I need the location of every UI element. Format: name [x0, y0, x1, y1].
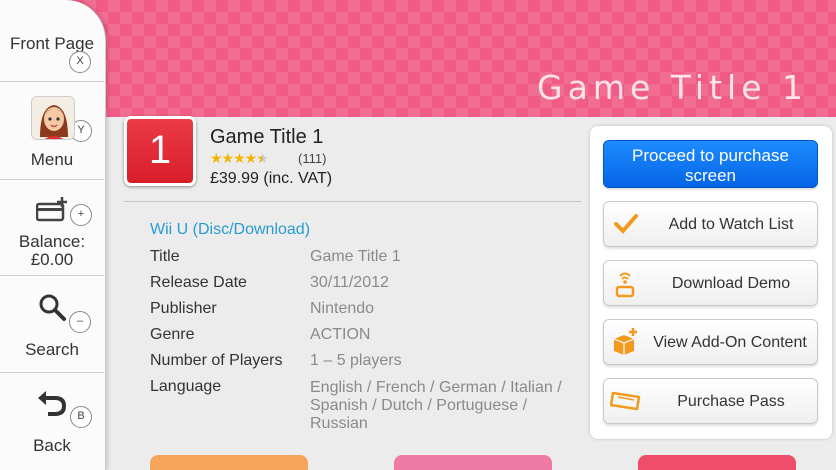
info-label-players: Number of Players [150, 352, 283, 369]
add-to-watch-list-button[interactable]: Add to Watch List [603, 201, 818, 247]
ticket-icon [609, 389, 644, 415]
info-value-language-3: Russian [310, 415, 368, 432]
bottom-tab-red[interactable] [638, 455, 796, 470]
info-value-language-1: English / French / German / Italian / [310, 379, 562, 396]
menu-label: Menu [30, 150, 74, 169]
sidebar-item-balance[interactable]: + Balance: £0.00 [0, 180, 104, 276]
star-rating: ★★★★★ [210, 150, 269, 167]
sidebar-item-back[interactable]: B Back [0, 373, 104, 470]
x-button-badge: X [69, 51, 91, 73]
download-icon [612, 270, 638, 298]
mii-avatar [31, 96, 75, 140]
proceed-to-purchase-button[interactable]: Proceed to purchase screen [603, 140, 818, 188]
sidebar-item-front-page[interactable]: Front Page X [0, 0, 104, 82]
download-demo-label: Download Demo [671, 275, 791, 292]
add-on-label: View Add-On Content [653, 334, 807, 351]
info-value-publisher: Nintendo [310, 300, 375, 317]
watch-list-label: Add to Watch List [668, 216, 794, 233]
price: £39.99 (inc. VAT) [210, 170, 333, 187]
plus-button-badge: + [70, 204, 92, 226]
magnifier-icon [37, 292, 67, 322]
wallet-plus-icon [35, 196, 70, 222]
full-stars: ★★★★ [210, 150, 257, 166]
search-label: Search [25, 340, 79, 359]
bottom-tab-orange[interactable] [150, 455, 308, 470]
info-label-genre: Genre [150, 326, 195, 343]
info-label-release-date: Release Date [150, 274, 247, 291]
purchase-pass-label: Purchase Pass [677, 393, 785, 410]
info-label-publisher: Publisher [150, 300, 217, 317]
game-icon-tile: 1 [124, 116, 196, 186]
bottom-tab-pink[interactable] [394, 455, 552, 470]
purchase-label-line2: screen [684, 166, 737, 185]
info-value-language-2: Spanish / Dutch / Portuguese / [310, 397, 528, 414]
info-value-players: 1 – 5 players [310, 352, 402, 369]
info-value-genre: ACTION [310, 326, 371, 343]
balance-label: Balance: [18, 232, 86, 251]
banner-title: Game Title 1 [537, 68, 808, 107]
title-banner: Game Title 1 [0, 0, 836, 117]
info-label-language: Language [150, 378, 222, 395]
download-demo-button[interactable]: Download Demo [603, 260, 818, 306]
divider [124, 201, 581, 202]
info-value-release-date: 30/11/2012 [310, 274, 389, 291]
checkmark-icon [614, 213, 640, 239]
info-label-title: Title [150, 248, 180, 265]
balance-value: £0.00 [30, 250, 74, 269]
game-name: Game Title 1 [210, 126, 324, 148]
view-add-on-content-button[interactable]: View Add-On Content [603, 319, 818, 365]
platform-link[interactable]: Wii U (Disc/Download) [150, 221, 310, 239]
purchase-label-line1: Proceed to purchase [632, 146, 789, 165]
b-button-badge: B [70, 406, 92, 428]
package-plus-icon [611, 327, 637, 355]
minus-button-badge: – [69, 311, 91, 333]
sidebar-item-search[interactable]: – Search [0, 276, 104, 373]
info-value-title: Game Title 1 [310, 248, 401, 265]
back-arrow-icon [36, 387, 68, 417]
front-page-label: Front Page [9, 34, 95, 53]
sidebar: Front Page X Menu Y + Balance: £0.00 – S… [0, 0, 106, 470]
rating-count: (111) [298, 151, 327, 166]
back-label: Back [33, 436, 71, 455]
half-star-icon: ★ [256, 150, 269, 166]
purchase-pass-button[interactable]: Purchase Pass [603, 378, 818, 424]
